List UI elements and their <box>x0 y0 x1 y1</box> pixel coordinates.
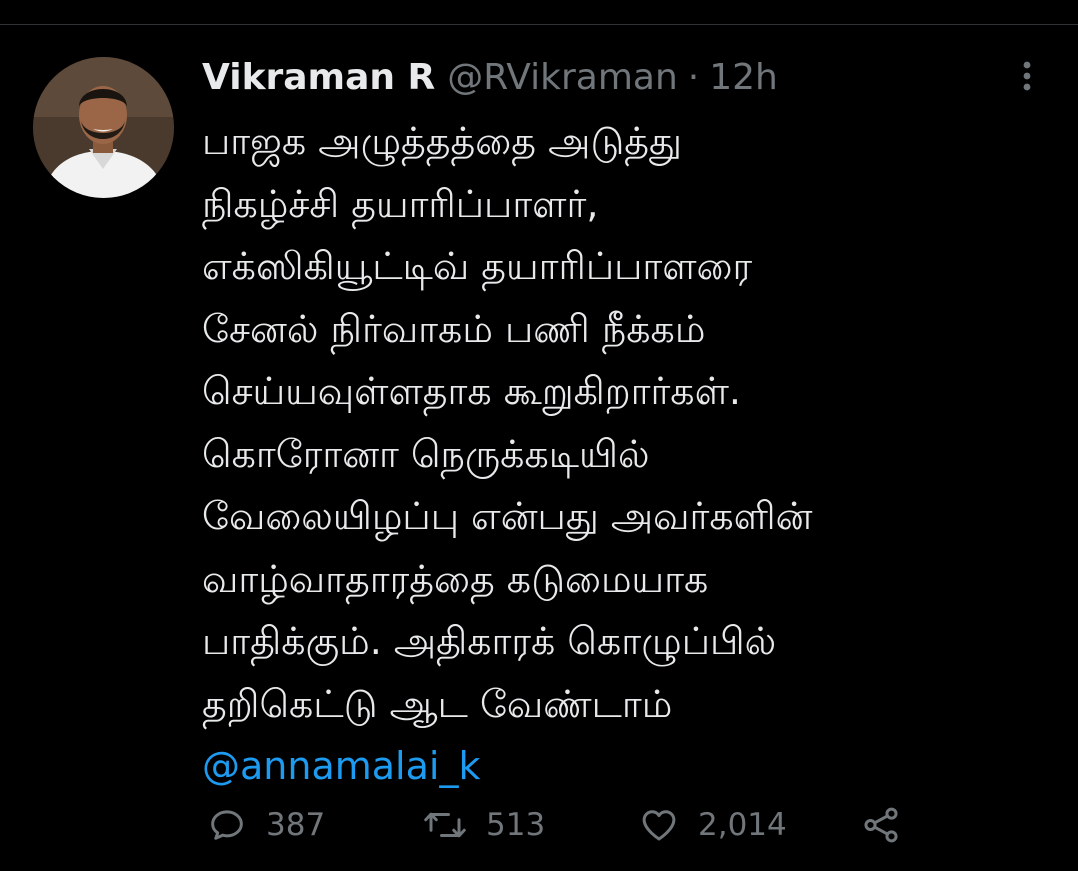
header-separator: · <box>687 56 700 98</box>
tweet-text-line: கொரோனா நெருக்கடியில் <box>202 431 650 476</box>
retweet-button[interactable]: 513 <box>422 800 545 850</box>
tweet-text-line: பாதிக்கும். அதிகாரக் கொழுப்பில் <box>202 619 777 663</box>
tweet-text-line: பாஜக அழுத்தத்தை அடுத்து <box>202 119 682 163</box>
retweet-icon <box>424 812 466 838</box>
share-icon <box>864 807 898 843</box>
retweet-count: 513 <box>486 807 546 843</box>
tweet-text-line: வேலையிழப்பு என்பது அவர்களின் <box>202 494 813 538</box>
tweet-text-line: நிகழ்ச்சி தயாரிப்பாளர், <box>202 181 599 226</box>
like-count: 2,014 <box>698 807 787 843</box>
reply-icon <box>211 810 243 840</box>
top-divider <box>0 24 1078 25</box>
tweet-timestamp[interactable]: 12h <box>709 57 778 98</box>
tweet-actions: 387 513 2,014 <box>206 800 926 850</box>
author-handle[interactable]: @RVikraman <box>447 57 678 98</box>
avatar[interactable] <box>33 57 174 198</box>
tweet-text-line: தறிகெட்டு ஆட வேண்டாம் <box>202 681 673 726</box>
tweet-text: பாஜக அழுத்தத்தை அடுத்து நிகழ்ச்சி தயாரிப… <box>202 110 1042 798</box>
tweet-text-line: எக்ஸிகியூட்டிவ் தயாரிப்பாளரை <box>202 244 753 288</box>
tweet-text-line: வாழ்வாதாரத்தை கடுமையாக <box>202 556 709 601</box>
author-display-name[interactable]: Vikraman R <box>202 57 435 98</box>
profile-photo <box>33 57 174 198</box>
tweet-text-line: சேனல் நிர்வாகம் பணி நீக்கம் <box>202 306 706 351</box>
mention-link[interactable]: @annamalai_k <box>202 735 1042 798</box>
tweet-header: Vikraman R @RVikraman · 12h <box>202 52 778 102</box>
tweet-text-line: செய்யவுள்ளதாக கூறுகிறார்கள். <box>202 369 741 413</box>
reply-button[interactable]: 387 <box>206 800 325 850</box>
like-button[interactable]: 2,014 <box>638 800 787 850</box>
more-vertical-icon[interactable] <box>1012 56 1042 96</box>
heart-icon <box>642 810 676 841</box>
reply-count: 387 <box>266 807 326 843</box>
share-button[interactable] <box>860 800 920 850</box>
